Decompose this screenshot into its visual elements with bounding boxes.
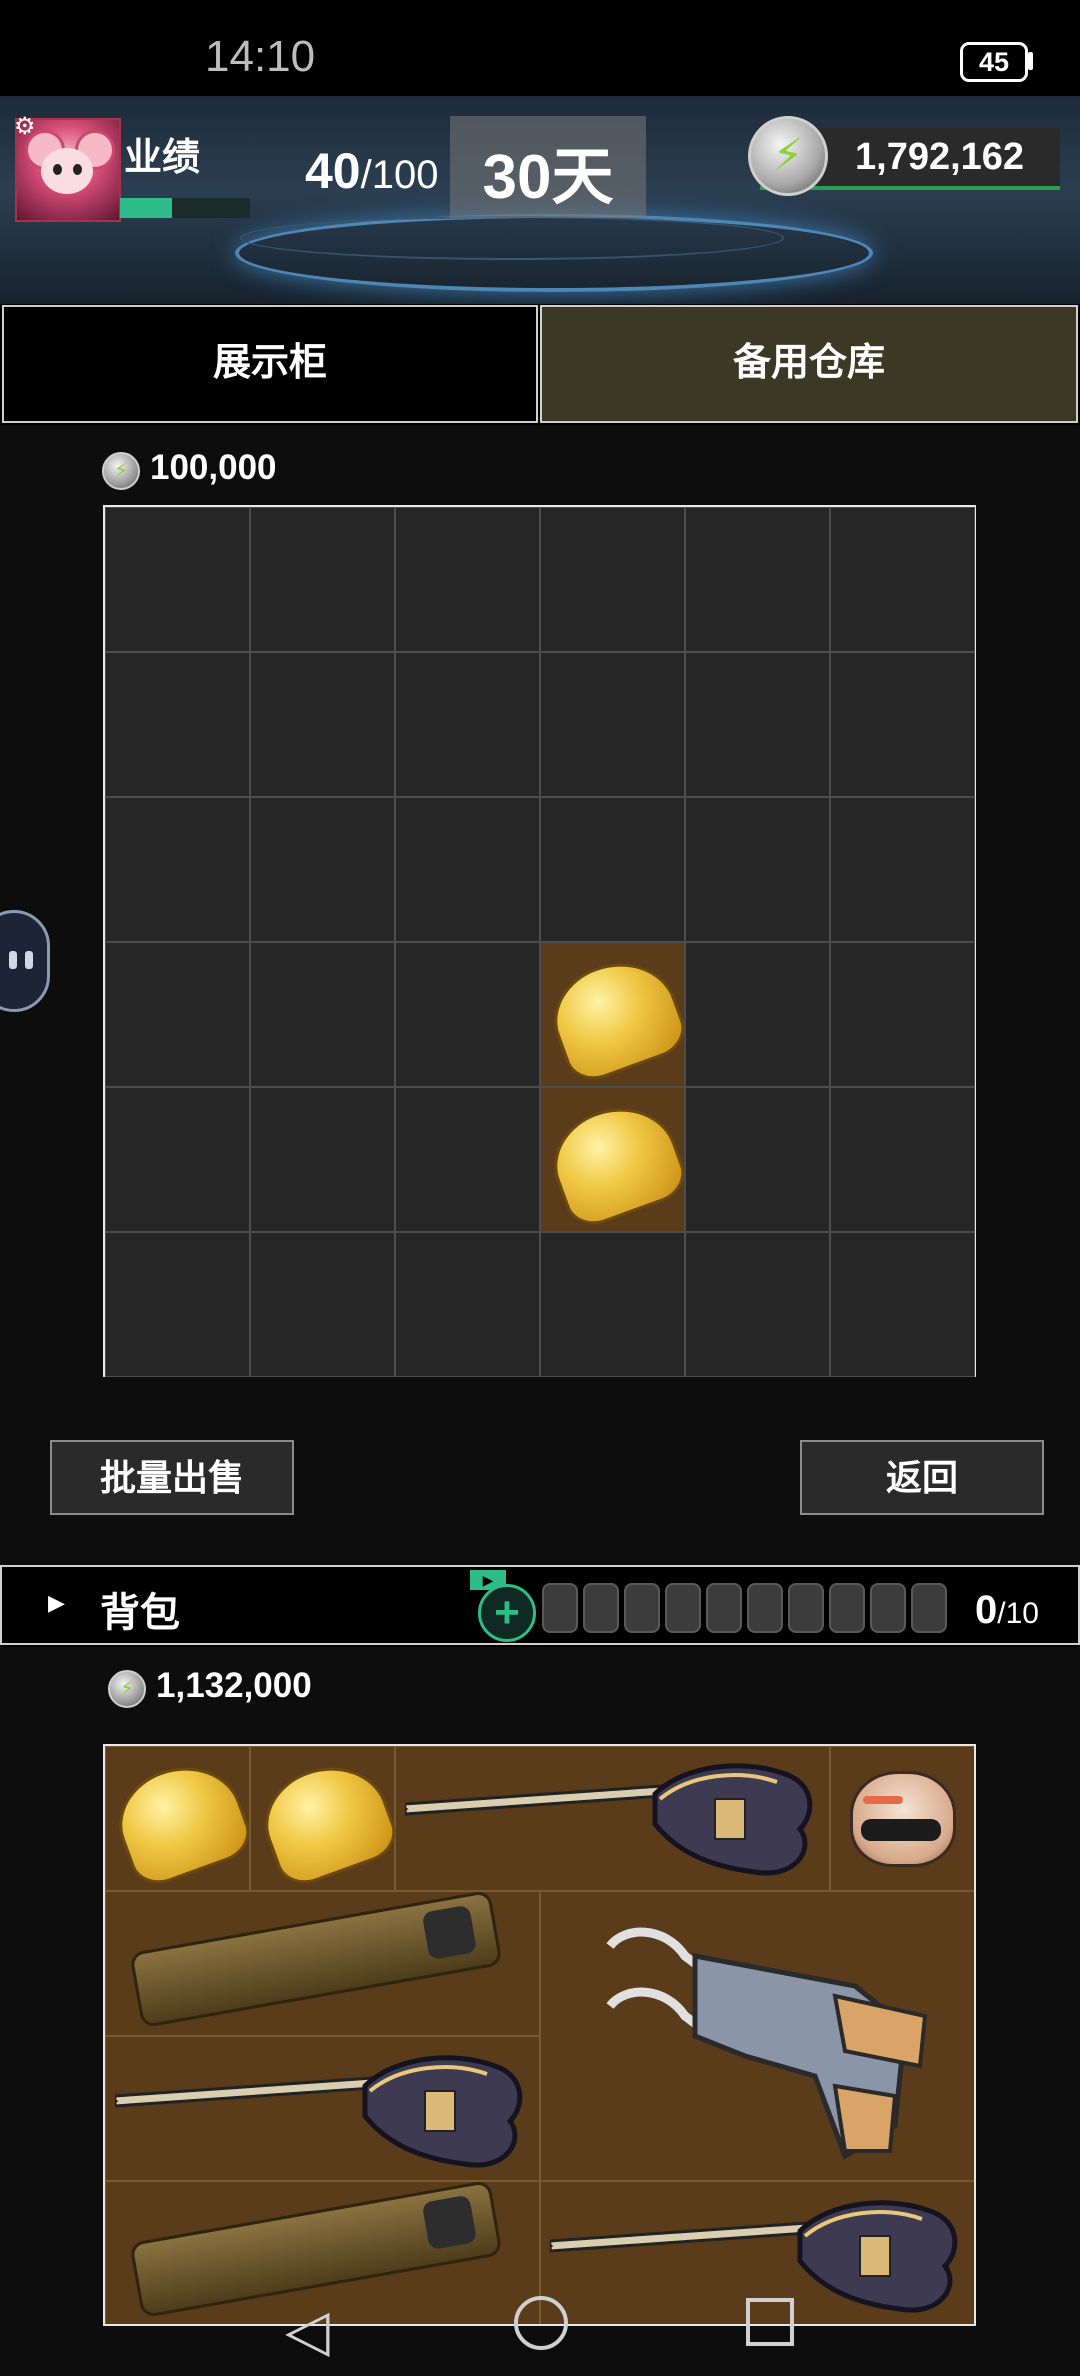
backpack-slot [542, 1583, 578, 1633]
lightning-coin-icon: ⚡ [108, 1670, 146, 1708]
storage-cell[interactable] [395, 1087, 540, 1232]
backpack-label: 背包 [100, 1591, 180, 1635]
backpack-slot [665, 1583, 701, 1633]
mouse-face [41, 148, 93, 194]
home-nav-icon[interactable] [514, 2296, 568, 2350]
storage-price: 100,000 [150, 448, 277, 487]
backpack-slot [747, 1583, 783, 1633]
backpack-grid [103, 1744, 976, 2326]
performance-current: 40 [305, 143, 361, 199]
lightning-coin-icon: ⚡ [102, 452, 140, 490]
phone-camera [421, 2194, 478, 2251]
battery-icon: 45 [960, 42, 1028, 82]
backpack-slot [829, 1583, 865, 1633]
storage-grid [103, 505, 976, 1377]
storage-cell[interactable] [250, 797, 395, 942]
back-nav-icon[interactable]: ◁ [285, 2296, 330, 2364]
lightning-coin-icon: ⚡ [748, 116, 828, 196]
storage-cell[interactable] [250, 652, 395, 797]
backpack-slot [706, 1583, 742, 1633]
tab-backup-storage[interactable]: 备用仓库 [540, 305, 1078, 423]
storage-cell[interactable] [395, 797, 540, 942]
storage-cell[interactable] [685, 1232, 830, 1377]
electric-guitar-icon[interactable] [405, 1754, 825, 1884]
mouse-eye-left [53, 164, 62, 175]
storage-cell[interactable] [830, 507, 975, 652]
storage-cell[interactable] [685, 797, 830, 942]
storage-cell[interactable] [105, 797, 250, 942]
storage-cell[interactable] [540, 652, 685, 797]
expand-arrow-icon[interactable]: ▶ [48, 1590, 65, 1616]
backpack-slot [624, 1583, 660, 1633]
phone-camera [421, 1904, 478, 1961]
backpack-slot [583, 1583, 619, 1633]
storage-cell[interactable] [685, 652, 830, 797]
storage-cell[interactable] [830, 1087, 975, 1232]
status-bar [0, 0, 1080, 96]
add-slot-button[interactable]: + [478, 1584, 536, 1642]
storage-cell[interactable] [105, 942, 250, 1087]
performance-bar-fill [120, 198, 172, 218]
storage-cell[interactable] [105, 1087, 250, 1232]
float-dot-left [9, 951, 17, 969]
backpack-slot [788, 1583, 824, 1633]
storage-cell[interactable] [250, 942, 395, 1087]
storage-cell[interactable] [540, 797, 685, 942]
overalls-item-icon[interactable] [605, 1926, 945, 2166]
backpack-slot [870, 1583, 906, 1633]
days-remaining: 30天 [482, 143, 614, 212]
slot-count: 0/10 [975, 1588, 1039, 1633]
backpack-price: 1,132,000 [156, 1666, 312, 1705]
electric-guitar-icon[interactable] [115, 2046, 535, 2176]
back-button[interactable]: 返回 [800, 1440, 1044, 1515]
storage-cell[interactable] [105, 507, 250, 652]
tab-display-case[interactable]: 展示柜 [2, 305, 538, 423]
helmet-visor [861, 1819, 941, 1841]
mouse-eye-right [73, 164, 82, 175]
top-banner: ⚙ 业绩 40/100 30天 ⚡ 1,792,162 [0, 96, 1080, 304]
performance-label: 业绩 [124, 137, 201, 179]
gear-icon[interactable]: ⚙ [14, 112, 36, 141]
floating-assistant-button[interactable] [0, 910, 50, 1012]
slot-count-current: 0 [975, 1588, 998, 1632]
recent-apps-nav-icon[interactable] [746, 2298, 794, 2346]
storage-cell[interactable] [250, 1232, 395, 1377]
storage-cell[interactable] [395, 507, 540, 652]
backpack-slot [911, 1583, 947, 1633]
storage-cell[interactable] [395, 1232, 540, 1377]
banner-ring-decoration-inner [240, 216, 784, 260]
storage-cell[interactable] [105, 1232, 250, 1377]
storage-cell[interactable] [830, 652, 975, 797]
batch-sell-button[interactable]: 批量出售 [50, 1440, 294, 1515]
storage-cell[interactable] [685, 507, 830, 652]
storage-cell[interactable] [395, 652, 540, 797]
storage-cell[interactable] [685, 942, 830, 1087]
performance-value: 40/100 [305, 142, 438, 200]
storage-cell[interactable] [540, 1232, 685, 1377]
helmet-item-icon[interactable] [850, 1771, 956, 1867]
storage-cell[interactable] [395, 942, 540, 1087]
storage-cell[interactable] [830, 942, 975, 1087]
storage-cell[interactable] [105, 652, 250, 797]
status-time: 14:10 [205, 32, 316, 81]
storage-cell[interactable] [250, 507, 395, 652]
battery-tip [1028, 52, 1033, 70]
storage-cell[interactable] [830, 797, 975, 942]
storage-cell[interactable] [830, 1232, 975, 1377]
storage-cell[interactable] [250, 1087, 395, 1232]
helmet-stripe [863, 1796, 903, 1804]
performance-max: /100 [360, 153, 439, 197]
slot-count-max: /10 [997, 1597, 1039, 1630]
currency-value: 1,792,162 [855, 136, 1025, 178]
storage-cell[interactable] [685, 1087, 830, 1232]
float-dot-right [25, 951, 33, 969]
storage-cell[interactable] [540, 507, 685, 652]
